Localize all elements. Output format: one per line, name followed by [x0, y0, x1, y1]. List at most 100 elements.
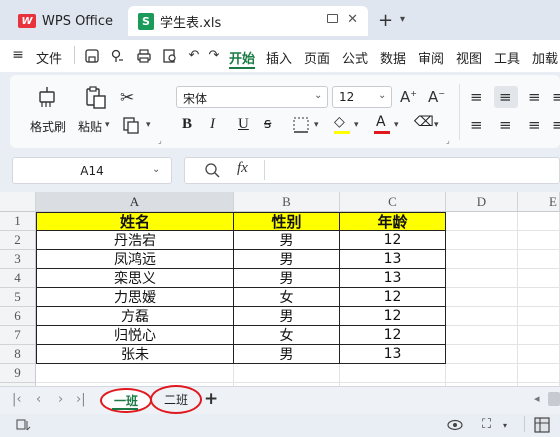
empty-cell[interactable]: [446, 212, 518, 231]
empty-cell[interactable]: [518, 326, 560, 345]
empty-cell[interactable]: [518, 212, 560, 231]
menu-page[interactable]: 页面: [304, 48, 330, 67]
table-cell[interactable]: 力思嫒: [36, 288, 234, 307]
table-cell[interactable]: 栾思义: [36, 269, 234, 288]
zoom-search-icon[interactable]: [204, 162, 220, 178]
print-icon[interactable]: [136, 48, 152, 64]
column-header-a[interactable]: A: [36, 192, 234, 212]
underline-button[interactable]: U: [238, 116, 249, 133]
select-all-corner[interactable]: [0, 192, 36, 212]
menu-tools[interactable]: 工具: [494, 48, 520, 67]
paste-label[interactable]: 粘贴: [78, 118, 102, 135]
empty-cell[interactable]: [446, 364, 518, 383]
undo-icon[interactable]: ↶: [186, 49, 202, 63]
share-icon[interactable]: [110, 48, 126, 64]
table-cell[interactable]: 男: [234, 250, 340, 269]
table-header-cell[interactable]: 性别: [234, 212, 340, 231]
add-sheet-icon[interactable]: +: [204, 389, 218, 409]
chevron-down-icon[interactable]: ⌄: [378, 90, 386, 101]
menu-load[interactable]: 加载: [532, 48, 558, 67]
monitor-icon[interactable]: [327, 14, 338, 23]
eraser-icon[interactable]: ⌫: [414, 114, 434, 130]
table-cell[interactable]: 男: [234, 231, 340, 250]
chevron-down-icon[interactable]: ▾: [434, 120, 439, 130]
table-cell[interactable]: 归悦心: [36, 326, 234, 345]
empty-cell[interactable]: [518, 288, 560, 307]
column-header-d[interactable]: D: [446, 192, 518, 212]
align-right-icon[interactable]: ≡: [528, 116, 541, 134]
horizontal-scrollbar[interactable]: [548, 392, 560, 406]
column-header-b[interactable]: B: [234, 192, 340, 212]
column-header-e[interactable]: E: [518, 192, 560, 212]
table-cell[interactable]: 13: [340, 250, 446, 269]
empty-cell[interactable]: [234, 364, 340, 383]
table-cell[interactable]: 女: [234, 288, 340, 307]
empty-cell[interactable]: [518, 231, 560, 250]
row-header-7[interactable]: 7: [0, 326, 36, 345]
eye-protection-icon[interactable]: [446, 418, 464, 432]
empty-cell[interactable]: [518, 250, 560, 269]
table-cell[interactable]: 男: [234, 307, 340, 326]
chevron-down-icon[interactable]: ⌄: [314, 90, 322, 101]
row-header-6[interactable]: 6: [0, 307, 36, 326]
menu-formula[interactable]: 公式: [342, 48, 368, 67]
normal-view-icon[interactable]: [534, 417, 550, 433]
table-cell[interactable]: 12: [340, 307, 446, 326]
empty-cell[interactable]: [340, 364, 446, 383]
empty-cell[interactable]: [446, 269, 518, 288]
empty-cell[interactable]: [36, 364, 234, 383]
tab-file[interactable]: S 学生表.xls ✕: [128, 6, 368, 36]
chevron-down-icon[interactable]: ▾: [400, 14, 405, 25]
new-tab-icon[interactable]: +: [378, 10, 393, 31]
table-cell[interactable]: 张未: [36, 345, 234, 364]
align-left-icon[interactable]: ≡: [470, 116, 483, 134]
page-layout-icon[interactable]: ⛶: [482, 417, 491, 432]
table-cell[interactable]: 方磊: [36, 307, 234, 326]
font-name-select[interactable]: 宋体: [176, 86, 328, 108]
row-header-3[interactable]: 3: [0, 250, 36, 269]
table-header-cell[interactable]: 年龄: [340, 212, 446, 231]
italic-button[interactable]: I: [210, 116, 215, 133]
first-sheet-icon[interactable]: |‹: [12, 392, 22, 407]
fill-color-icon[interactable]: ◇: [334, 114, 345, 130]
increase-font-icon[interactable]: A+: [400, 88, 417, 106]
paste-icon[interactable]: [84, 86, 108, 110]
format-painter-label[interactable]: 格式刷: [30, 118, 66, 135]
strikethrough-icon[interactable]: ꞩ: [264, 116, 271, 132]
expand-icon[interactable]: ⌟: [446, 136, 450, 145]
align-bottom-icon[interactable]: ≡: [528, 88, 541, 106]
justify-icon[interactable]: ≡: [552, 116, 560, 134]
empty-cell[interactable]: [446, 326, 518, 345]
menu-insert[interactable]: 插入: [266, 48, 292, 67]
row-header-1[interactable]: 1: [0, 212, 36, 231]
menu-home[interactable]: 开始: [229, 48, 255, 67]
save-icon[interactable]: [84, 48, 100, 64]
table-cell[interactable]: 男: [234, 269, 340, 288]
row-header-2[interactable]: 2: [0, 231, 36, 250]
name-box[interactable]: A14: [12, 157, 172, 184]
border-icon[interactable]: [292, 116, 310, 134]
prev-sheet-icon[interactable]: ‹: [36, 392, 41, 407]
table-cell[interactable]: 13: [340, 345, 446, 364]
function-button[interactable]: fx: [237, 160, 248, 177]
table-cell[interactable]: 女: [234, 326, 340, 345]
empty-cell[interactable]: [518, 269, 560, 288]
chevron-down-icon[interactable]: ▾: [354, 120, 359, 130]
row-header-4[interactable]: 4: [0, 269, 36, 288]
copy-icon[interactable]: [122, 116, 142, 134]
indent-icon[interactable]: ≡: [552, 88, 560, 106]
table-cell[interactable]: 13: [340, 269, 446, 288]
table-cell[interactable]: 12: [340, 288, 446, 307]
decrease-font-icon[interactable]: A−: [428, 88, 445, 106]
sheet-tab-2[interactable]: 二班: [150, 385, 202, 414]
menu-view[interactable]: 视图: [456, 48, 482, 67]
expand-icon[interactable]: ⌟: [158, 136, 162, 145]
empty-cell[interactable]: [518, 345, 560, 364]
column-header-c[interactable]: C: [340, 192, 446, 212]
row-header-5[interactable]: 5: [0, 288, 36, 307]
cut-icon[interactable]: ✂: [120, 88, 134, 108]
align-center-icon[interactable]: ≡: [499, 116, 512, 134]
macro-icon[interactable]: [16, 418, 32, 432]
table-cell[interactable]: 凤鸿远: [36, 250, 234, 269]
empty-cell[interactable]: [518, 307, 560, 326]
